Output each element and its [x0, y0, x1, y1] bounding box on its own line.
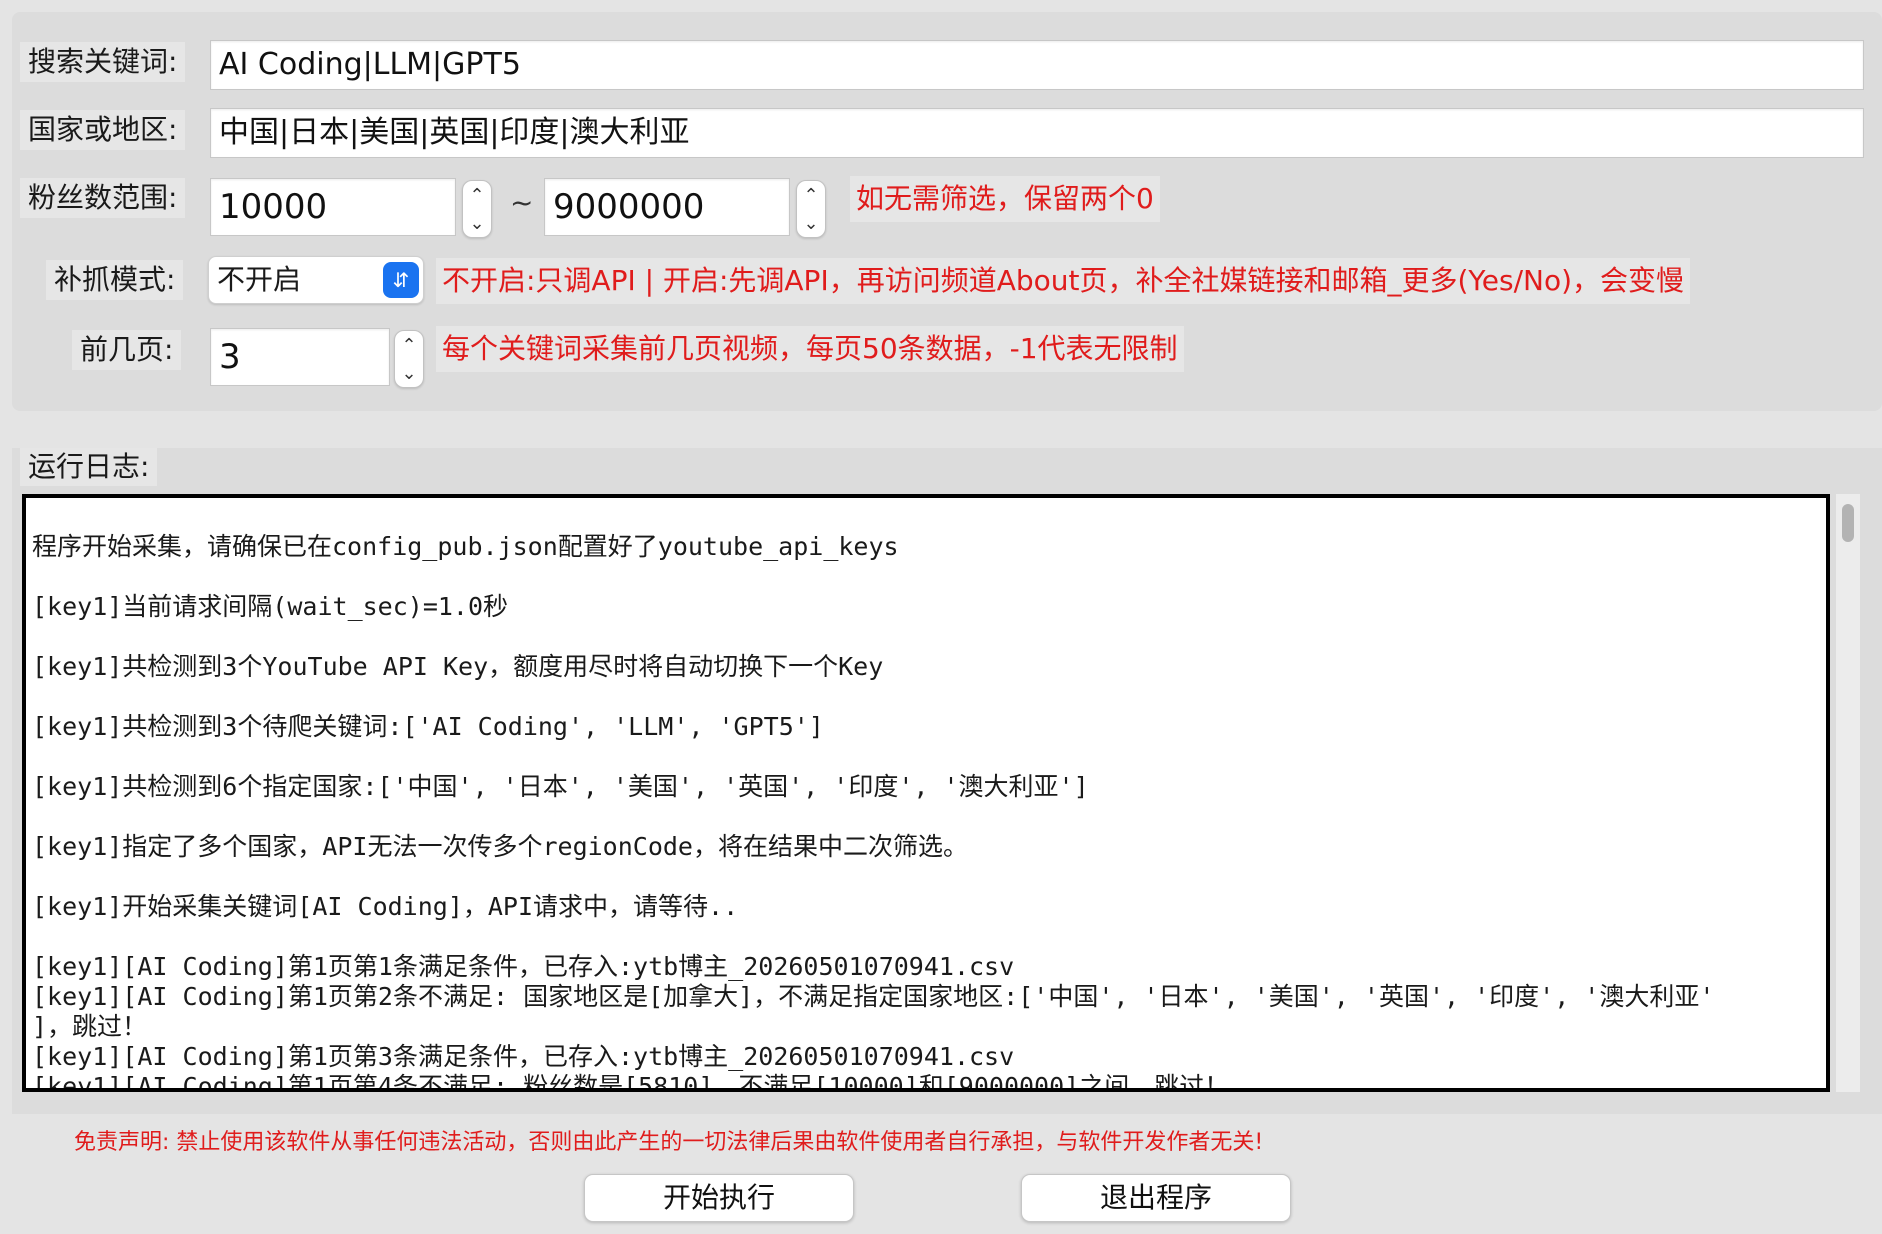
pages-stepper[interactable]: ⌃ ⌄ — [394, 330, 424, 388]
log-line: [key1][AI Coding]第1页第1条满足条件，已存入:ytb博主_20… — [32, 952, 1015, 981]
fans-hint: 如无需筛选，保留两个0 — [850, 176, 1160, 222]
chevron-updown-icon[interactable]: ⇵ — [383, 262, 419, 298]
pages-input[interactable]: 3 — [210, 328, 390, 386]
fans-max-input[interactable]: 9000000 — [544, 178, 790, 236]
chevron-up-icon[interactable]: ⌃ — [797, 181, 825, 209]
log-scrollbar[interactable] — [1836, 494, 1860, 1092]
pages-label: 前几页: — [72, 330, 182, 370]
fans-range-label: 粉丝数范围: — [20, 178, 186, 218]
log-scrollbar-thumb[interactable] — [1842, 504, 1854, 542]
chevron-down-icon[interactable]: ⌄ — [463, 209, 491, 237]
fans-max-stepper[interactable]: ⌃ ⌄ — [796, 180, 826, 238]
start-button[interactable]: 开始执行 — [584, 1174, 854, 1222]
log-line: [key1]开始采集关键词[AI Coding]，API请求中，请等待.. — [32, 892, 739, 921]
log-textarea[interactable]: 程序开始采集，请确保已在config_pub.json配置好了youtube_a… — [22, 494, 1830, 1092]
pages-hint: 每个关键词采集前几页视频，每页50条数据，-1代表无限制 — [436, 326, 1184, 372]
disclaimer-text: 免责声明: 禁止使用该软件从事任何违法活动，否则由此产生的一切法律后果由软件使用… — [74, 1130, 1264, 1155]
log-line: [key1]共检测到3个YouTube API Key，额度用尽时将自动切换下一… — [32, 652, 884, 681]
regions-label: 国家或地区: — [20, 110, 186, 150]
fans-min-input[interactable]: 10000 — [210, 178, 456, 236]
log-line: ]，跳过！ — [32, 1012, 148, 1041]
chevron-up-icon[interactable]: ⌃ — [395, 331, 423, 359]
log-line: [key1][AI Coding]第1页第2条不满足: 国家地区是[加拿大]，不… — [32, 982, 1715, 1011]
log-label: 运行日志: — [20, 448, 158, 486]
quit-button[interactable]: 退出程序 — [1021, 1174, 1291, 1222]
log-line: [key1]指定了多个国家，API无法一次传多个regionCode，将在结果中… — [32, 832, 968, 861]
log-line: [key1]共检测到6个指定国家:['中国', '日本', '美国', '英国'… — [32, 772, 1089, 801]
keywords-input[interactable]: AI Coding|LLM|GPT5 — [210, 40, 1864, 90]
range-separator: ~ — [510, 186, 534, 219]
mode-label: 补抓模式: — [46, 260, 184, 300]
mode-select-value: 不开启 — [217, 263, 302, 296]
mode-select[interactable]: 不开启 ⇵ — [208, 256, 424, 304]
log-line: [key1]当前请求间隔(wait_sec)=1.0秒 — [32, 592, 509, 621]
log-line: [key1][AI Coding]第1页第4条不满足: 粉丝数是[5810]，不… — [32, 1072, 1230, 1092]
chevron-down-icon[interactable]: ⌄ — [395, 359, 423, 387]
regions-input[interactable]: 中国|日本|美国|英国|印度|澳大利亚 — [210, 108, 1864, 158]
log-line: 程序开始采集，请确保已在config_pub.json配置好了youtube_a… — [32, 532, 899, 561]
mode-hint: 不开启:只调API | 开启:先调API，再访问频道About页，补全社媒链接和… — [436, 258, 1691, 304]
keywords-label: 搜索关键词: — [20, 42, 186, 82]
fans-min-stepper[interactable]: ⌃ ⌄ — [462, 180, 492, 238]
log-line: [key1][AI Coding]第1页第3条满足条件，已存入:ytb博主_20… — [32, 1042, 1015, 1071]
log-line: [key1]共检测到3个待爬关键词:['AI Coding', 'LLM', '… — [32, 712, 824, 741]
log-lines: 程序开始采集，请确保已在config_pub.json配置好了youtube_a… — [32, 520, 1822, 1092]
chevron-up-icon[interactable]: ⌃ — [463, 181, 491, 209]
chevron-down-icon[interactable]: ⌄ — [797, 209, 825, 237]
